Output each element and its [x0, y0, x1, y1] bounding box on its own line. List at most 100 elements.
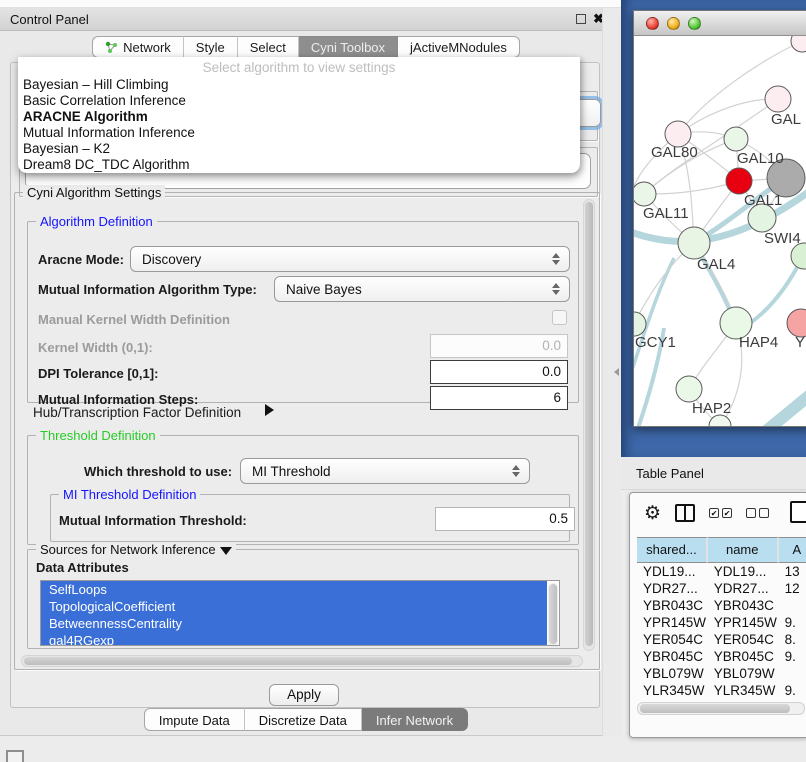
network-node-y[interactable] — [787, 309, 806, 337]
zoom-traffic-light-icon[interactable] — [688, 17, 701, 30]
manual-kernel-checkbox[interactable] — [552, 310, 567, 325]
table-panel-titlebar[interactable]: Table Panel — [621, 457, 806, 490]
network-node-gal[interactable] — [765, 86, 791, 112]
cyni-algorithm-settings-group: Cyni Algorithm Settings Algorithm Defini… — [14, 192, 600, 670]
dropdown-option[interactable]: Dream8 DC_TDC Algorithm — [18, 157, 580, 173]
tab-select[interactable]: Select — [238, 36, 299, 58]
data-attributes-list[interactable]: SelfLoopsTopologicalCoefficientBetweenne… — [40, 580, 560, 646]
dpi-tolerance-field[interactable]: 0.0 — [430, 360, 568, 384]
mi-algorithm-type-select[interactable]: Naive Bayes — [274, 276, 570, 302]
table-row[interactable]: YBL079WYBL079W — [637, 665, 806, 682]
control-panel-titlebar[interactable]: Control Panel ✖ — [0, 8, 612, 31]
network-node-labels: GALGAL80GAL10GAL1GAL11SWI4GAL4GCY1HAP4YH… — [635, 111, 805, 417]
column-header-shared[interactable]: shared... — [637, 537, 708, 563]
threshold-definition-legend: Threshold Definition — [36, 428, 160, 443]
table-cell: YLR345W — [637, 682, 708, 699]
mi-threshold-group: MI Threshold Definition Mutual Informati… — [50, 494, 570, 542]
hub-definition-label: Hub/Transcription Factor Definition — [33, 405, 241, 420]
dropdown-option[interactable]: Mutual Information Inference — [18, 125, 580, 141]
mi-type-label: Mutual Information Algorithm Type: — [38, 282, 257, 297]
deselect-all-columns-icon[interactable] — [746, 508, 769, 518]
spinner-icon — [552, 283, 560, 295]
table-row[interactable]: YBR045CYBR045C9. — [637, 648, 806, 665]
network-node-gal10[interactable] — [724, 127, 748, 151]
dropdown-option[interactable]: Bayesian – K2 — [18, 141, 580, 157]
settings-vscrollbar[interactable] — [583, 199, 595, 651]
table-cell: YBR043C — [637, 597, 708, 614]
gear-icon[interactable]: ⚙ — [644, 504, 661, 523]
close-traffic-light-icon[interactable] — [646, 17, 659, 30]
tab-discretize-data[interactable]: Discretize Data — [245, 708, 362, 731]
minimize-traffic-light-icon[interactable] — [667, 17, 680, 30]
apply-button[interactable]: Apply — [269, 684, 339, 706]
table-cell — [779, 665, 806, 682]
dock-grid-icon[interactable] — [6, 750, 24, 762]
threshold-definition-group: Threshold Definition Which threshold to … — [27, 435, 579, 545]
spinner-icon — [552, 253, 560, 265]
list-item[interactable]: gal4RGexp — [41, 632, 547, 646]
tab-label: Select — [250, 40, 286, 55]
mi-threshold-field[interactable]: 0.5 — [435, 507, 575, 531]
float-window-icon[interactable] — [576, 14, 586, 24]
mi-threshold-label: Mutual Information Threshold: — [59, 513, 247, 528]
select-all-columns-icon[interactable]: ✔✔ — [709, 508, 732, 518]
list-scrollbar[interactable] — [548, 583, 558, 646]
node-label: GAL4 — [697, 256, 735, 273]
tab-network[interactable]: Network — [92, 36, 184, 58]
table-row[interactable]: YDR27...YDR27...12 — [637, 580, 806, 597]
table-cell: YDR27... — [637, 580, 708, 597]
table-row[interactable]: YBR043CYBR043C — [637, 597, 806, 614]
spinner-icon — [512, 465, 520, 477]
table-cell: YBL079W — [637, 665, 708, 682]
network-node[interactable] — [791, 36, 806, 52]
tab-style[interactable]: Style — [184, 36, 238, 58]
table-row[interactable]: YPR145WYPR145W9. — [637, 614, 806, 631]
dropdown-option[interactable]: Basic Correlation Inference — [18, 93, 580, 109]
table-row[interactable]: YER054CYER054C8. — [637, 631, 806, 648]
mi-steps-field[interactable]: 6 — [430, 386, 568, 410]
algorithm-definition-legend: Algorithm Definition — [36, 214, 157, 229]
cyni-settings-legend: Cyni Algorithm Settings — [23, 185, 165, 200]
table-panel-title: Table Panel — [636, 466, 704, 481]
list-item[interactable]: TopologicalCoefficient — [41, 598, 547, 615]
collapse-arrow-icon[interactable] — [220, 547, 232, 555]
network-node-gal4[interactable] — [678, 227, 710, 259]
list-item[interactable]: SelfLoops — [41, 581, 547, 598]
algorithm-definition-group: Algorithm Definition Aracne Mode: Discov… — [27, 221, 579, 403]
table-row[interactable]: YDL19...YDL19...13 — [637, 563, 806, 580]
tab-infer-network[interactable]: Infer Network — [362, 708, 468, 731]
dropdown-option[interactable]: ARACNE Algorithm — [18, 109, 580, 125]
splitter-collapse-icon[interactable] — [614, 368, 619, 376]
tab-label: jActiveMNodules — [410, 40, 507, 55]
aracne-mode-select[interactable]: Discovery — [130, 246, 570, 272]
network-node-gal11[interactable] — [634, 182, 656, 206]
kernel-width-field[interactable]: 0.0 — [430, 334, 568, 358]
network-node-hap2[interactable] — [676, 376, 702, 402]
network-window-titlebar[interactable] — [634, 11, 806, 36]
tab-label: Network — [123, 40, 171, 55]
table-cell: YBR045C — [708, 648, 779, 665]
column-header-name[interactable]: name — [708, 537, 779, 563]
dropdown-prompt: Select algorithm to view settings — [18, 59, 580, 77]
dropdown-option[interactable]: Bayesian – Hill Climbing — [18, 77, 580, 93]
column-header-A[interactable]: A — [779, 537, 806, 563]
tab-impute-data[interactable]: Impute Data — [144, 708, 245, 731]
mi-type-value: Naive Bayes — [286, 282, 362, 297]
which-threshold-select[interactable]: MI Threshold — [240, 458, 530, 484]
network-node-gal1[interactable] — [726, 168, 752, 194]
tab-cyni-toolbox[interactable]: Cyni Toolbox — [299, 36, 398, 58]
list-item[interactable]: BetweennessCentrality — [41, 615, 547, 632]
expand-arrow-icon[interactable] — [265, 404, 274, 416]
columns-icon[interactable] — [675, 504, 695, 522]
tab-jactivemnodules[interactable]: jActiveMNodules — [398, 36, 520, 58]
network-canvas[interactable]: GALGAL80GAL10GAL1GAL11SWI4GAL4GCY1HAP4YH… — [634, 36, 806, 426]
table-hscrollbar[interactable] — [637, 702, 805, 715]
settings-hscrollbar[interactable] — [21, 655, 583, 667]
function-builder-icon[interactable] — [790, 501, 806, 523]
screen: Control Panel ✖ Network Style Select Cyni T… — [0, 0, 806, 762]
table-panel-window: ⚙ ✔✔ shared...nameA YDL19...YDL19...13YD… — [629, 492, 806, 738]
table-row[interactable]: YLR345WYLR345W9. — [637, 682, 806, 699]
table-cell: YLR345W — [708, 682, 779, 699]
node-label: GAL1 — [744, 192, 782, 209]
table-row[interactable]: YIL052CYIL052C9. — [637, 699, 806, 701]
